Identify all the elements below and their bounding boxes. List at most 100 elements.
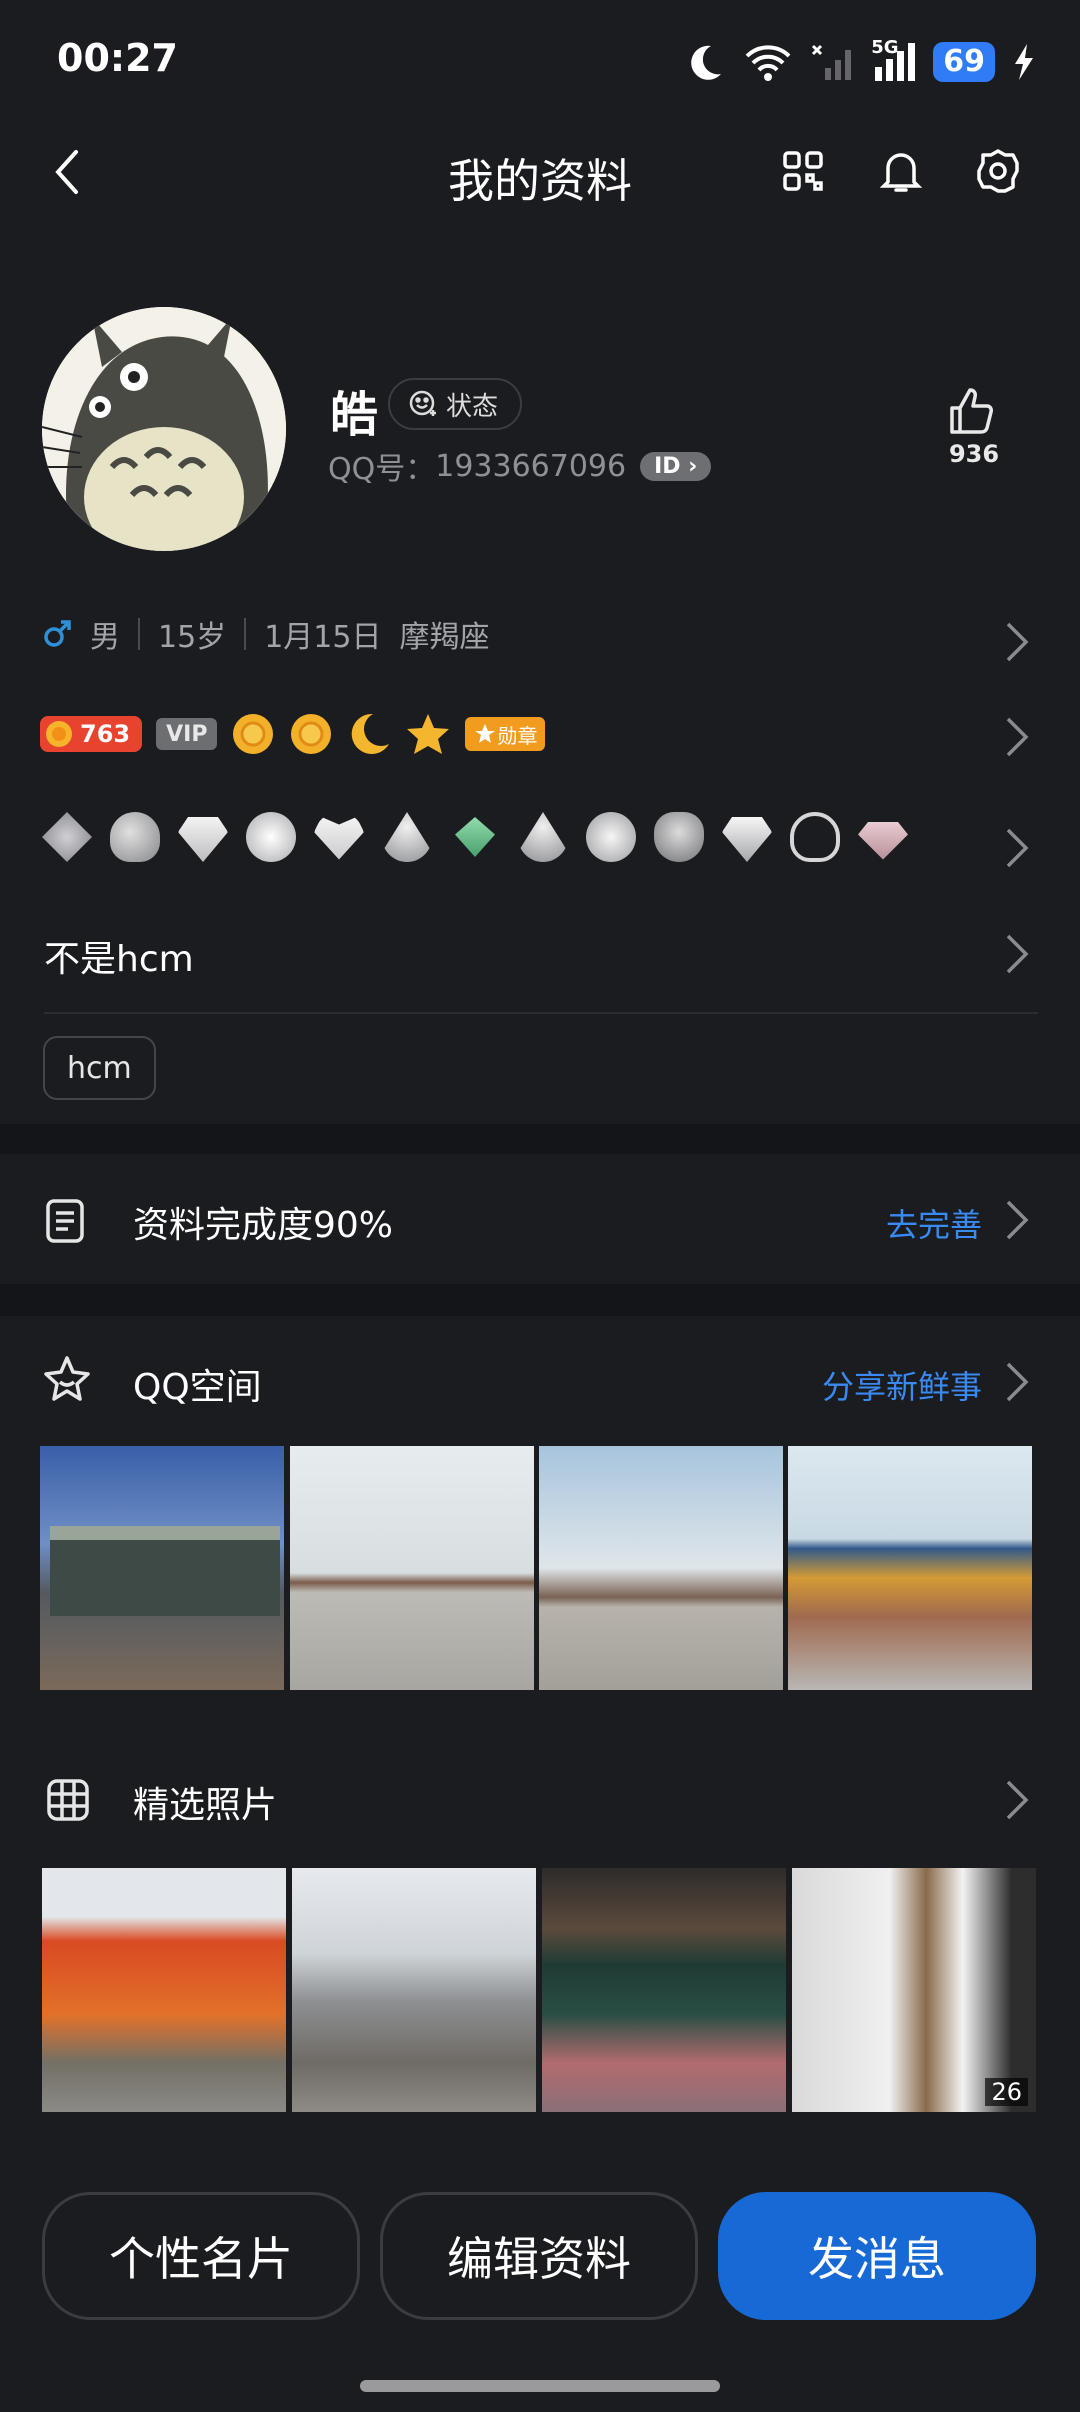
badge-row[interactable]: 763 VIP 勋章: [40, 712, 546, 756]
qr-code-icon: [783, 151, 823, 191]
completion-label: 资料完成度90%: [133, 1205, 394, 1246]
diamond-icon: [178, 817, 228, 862]
diamond-icon: [455, 817, 495, 857]
separator: [138, 618, 140, 650]
separator: [244, 618, 247, 650]
home-indicator[interactable]: [360, 2380, 720, 2392]
status-button[interactable]: 状态: [388, 378, 523, 430]
network-label: 5G: [871, 37, 899, 58]
qq-number-line[interactable]: QQ号： 1933667096 ID ›: [328, 444, 712, 488]
moon-level-icon: [352, 713, 390, 754]
thumbs-up-icon: [950, 388, 993, 434]
featured-photo[interactable]: [42, 1868, 286, 2112]
heart-icon: [314, 817, 364, 860]
divider: [44, 1012, 1038, 1014]
edit-profile-button[interactable]: 编辑资料: [380, 2192, 698, 2320]
play-icon: [586, 812, 636, 862]
qzone-photo[interactable]: [788, 1446, 1032, 1690]
signal-off-icon: [812, 44, 852, 80]
share-news-link[interactable]: 分享新鲜事: [822, 1362, 982, 1408]
featured-photo[interactable]: 26: [792, 1868, 1036, 2112]
diamond-icon: [722, 817, 772, 862]
qzone-photo[interactable]: [539, 1446, 783, 1690]
star-outline-icon: [44, 1356, 90, 1401]
profile-card-button[interactable]: 个性名片: [42, 2192, 360, 2320]
chevron-right-icon: [1006, 1200, 1029, 1240]
level-value: 763: [80, 720, 131, 748]
medal-icon: [475, 724, 496, 743]
diamond-icon: [858, 822, 908, 860]
chevron-right-icon: [1006, 1362, 1029, 1402]
level-badge: 763: [40, 716, 143, 752]
complete-profile-link[interactable]: 去完善: [886, 1200, 982, 1246]
qzone-photo-strip: [40, 1446, 1032, 1690]
notification-button[interactable]: [876, 146, 926, 196]
featured-photos-header[interactable]: 精选照片: [0, 1734, 1080, 1864]
wifi-icon: [745, 45, 791, 81]
section-gap: [0, 1124, 1080, 1154]
featured-photo-strip: 26: [42, 1868, 1038, 2112]
chevron-right-icon[interactable]: [1002, 620, 1032, 664]
male-icon: [44, 620, 71, 647]
chevron-right-icon: [1006, 1780, 1029, 1820]
achievement-icons-row[interactable]: [42, 812, 908, 862]
chevron-right-icon[interactable]: [1002, 715, 1032, 759]
achievement-icon: [246, 812, 296, 862]
qzone-header[interactable]: QQ空间 分享新鲜事: [0, 1316, 1080, 1446]
age: 15岁: [158, 620, 227, 655]
avatar-illustration: [42, 307, 286, 551]
achievement-icon: [110, 812, 160, 862]
featured-photo[interactable]: [542, 1868, 786, 2112]
status-label: 状态: [446, 391, 499, 422]
achievement-icon: [654, 812, 704, 862]
completion-row[interactable]: 资料完成度90% 去完善: [0, 1154, 1080, 1284]
sun-icon: [291, 714, 332, 754]
document-icon: [46, 1199, 84, 1243]
like-button[interactable]: [946, 386, 1002, 442]
basic-info-row[interactable]: 男 15岁 1月15日 摩羯座: [42, 612, 489, 656]
status-time: 00:27: [57, 36, 178, 80]
section-gap: [0, 1284, 1080, 1316]
achievement-icon: [518, 812, 568, 862]
avatar[interactable]: [42, 307, 286, 551]
zodiac: 摩羯座: [399, 620, 490, 655]
like-count: 936: [948, 440, 1000, 468]
sun-icon: [233, 714, 274, 754]
signature-text[interactable]: 不是hcm: [44, 930, 194, 982]
qzone-photo[interactable]: [40, 1446, 284, 1690]
birthday: 1月15日: [264, 620, 382, 655]
profile-name: 皓: [330, 387, 379, 443]
settings-button[interactable]: [973, 146, 1023, 196]
cloud-icon: [790, 812, 840, 862]
gender: 男: [90, 620, 120, 655]
featured-photo[interactable]: [292, 1868, 536, 2112]
chevron-right-icon[interactable]: [1002, 932, 1032, 976]
achievement-icon: [382, 812, 432, 862]
battery-icon: 69: [933, 42, 995, 82]
sun-level-icon: [46, 721, 72, 747]
chevron-right-icon[interactable]: [1002, 826, 1032, 870]
id-badge[interactable]: ID ›: [640, 451, 712, 481]
qzone-photo[interactable]: [290, 1446, 534, 1690]
charging-icon: [1015, 44, 1033, 80]
gear-icon: [977, 149, 1019, 193]
status-icon: [409, 390, 436, 416]
status-icons: 5G 69: [685, 36, 1035, 88]
moon-icon: [691, 45, 722, 80]
qr-code-button[interactable]: [778, 146, 828, 196]
grid-icon: [47, 1779, 89, 1821]
medal-label: 勋章: [497, 723, 538, 748]
star-icon: [407, 714, 450, 754]
profile-tag[interactable]: hcm: [43, 1036, 156, 1100]
qq-label: QQ号：: [328, 452, 436, 487]
photo-count: 26: [985, 2078, 1028, 2106]
vip-badge: VIP: [156, 718, 218, 750]
qzone-title: QQ空间: [133, 1367, 262, 1408]
featured-photos-title: 精选照片: [133, 1785, 278, 1826]
achievement-icon: [42, 812, 92, 862]
bell-icon: [880, 153, 922, 192]
send-message-button[interactable]: 发消息: [718, 2192, 1036, 2320]
medal-badge: 勋章: [465, 717, 546, 751]
qq-number: 1933667096: [435, 448, 627, 484]
signal-5g-icon: 5G: [871, 37, 916, 81]
